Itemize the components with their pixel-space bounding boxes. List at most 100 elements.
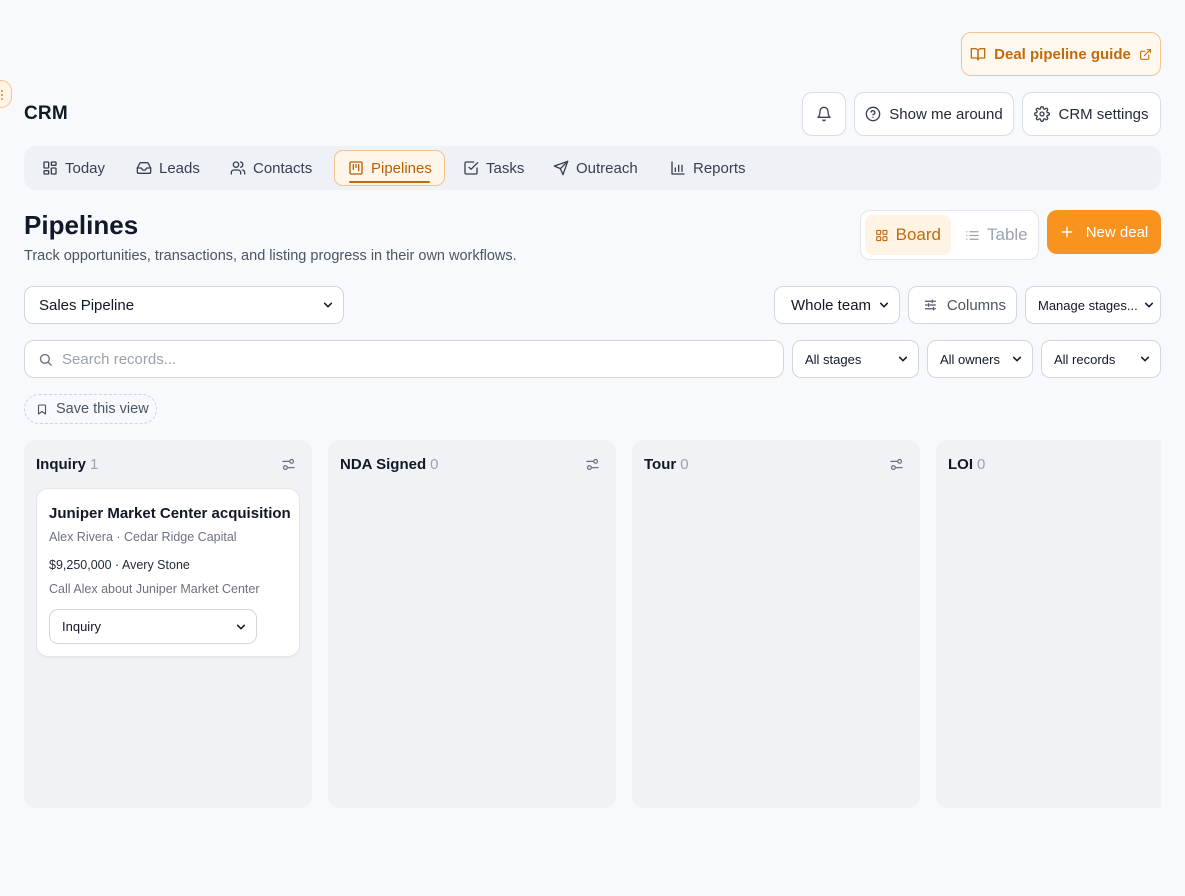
crm-settings-label: CRM settings — [1058, 105, 1149, 123]
checkbox-icon — [464, 161, 479, 175]
stage-column-inquiry: Inquiry 1 Juniper Market Center acquisiti… — [24, 440, 312, 808]
deal-card[interactable]: Juniper Market Center acquisition Alex R… — [36, 488, 300, 657]
help-circle-icon — [865, 106, 881, 122]
stages-select[interactable]: All stages — [792, 340, 919, 378]
new-deal-button[interactable]: New deal — [1047, 210, 1161, 254]
tab-label: Reports — [693, 159, 746, 177]
records-select[interactable]: All records — [1041, 340, 1161, 378]
tab-outreach[interactable]: Outreach — [545, 150, 646, 186]
tab-contacts[interactable]: Contacts — [222, 150, 320, 186]
save-view-button[interactable]: Save this view — [24, 394, 157, 424]
kanban-icon — [349, 161, 363, 175]
page-title: Pipelines — [24, 210, 139, 240]
bar-chart-icon — [671, 161, 685, 175]
users-icon — [230, 161, 246, 175]
tab-label: Contacts — [253, 159, 313, 177]
records-select-value: All records — [1054, 351, 1116, 367]
tab-label: Outreach — [576, 159, 638, 177]
crm-tab-bar: Today Leads Contacts Pipelines Tasks Out… — [24, 146, 1161, 190]
crm-settings-button[interactable]: CRM settings — [1022, 92, 1161, 136]
board-label: Board — [895, 225, 941, 244]
stage-column-loi: LOI 0 — [936, 440, 1161, 808]
manage-stages-value: Manage stages... — [1038, 297, 1138, 313]
chevron-down-icon — [1140, 356, 1150, 362]
show-me-around-button[interactable]: Show me around — [854, 92, 1014, 136]
guide-label: Deal pipeline guide — [994, 45, 1131, 63]
deal-pipeline-guide-button[interactable]: Deal pipeline guide — [961, 32, 1161, 76]
board-view-button[interactable]: Board — [865, 215, 951, 255]
app-title: CRM — [24, 103, 68, 124]
view-toggle: Board Table — [860, 210, 1039, 260]
plus-icon — [1061, 226, 1073, 238]
column-header: NDA Signed 0 — [340, 456, 438, 473]
deal-next-task: Call Alex about Juniper Market Center — [49, 582, 260, 596]
search-icon — [39, 353, 52, 366]
pipeline-select-value: Sales Pipeline — [39, 296, 135, 314]
chevron-down-icon — [898, 356, 908, 362]
column-name: Inquiry — [36, 456, 87, 473]
bookmark-icon — [37, 403, 47, 415]
chevron-down-icon — [1012, 356, 1022, 362]
team-select[interactable]: Whole team — [774, 286, 900, 324]
book-open-icon — [970, 48, 986, 61]
grip-icon — [0, 89, 4, 101]
column-name: Tour — [644, 456, 677, 473]
tab-label: Today — [65, 159, 106, 177]
pipeline-board: Inquiry 1 Juniper Market Center acquisiti… — [24, 440, 1161, 808]
deal-stage-select[interactable]: Inquiry — [49, 609, 257, 644]
search-input[interactable] — [62, 350, 742, 368]
team-select-value: Whole team — [791, 296, 872, 314]
stage-column-tour: Tour 0 — [632, 440, 920, 808]
deal-contact: Alex Rivera · Cedar Ridge Capital — [49, 530, 237, 544]
column-settings-icon[interactable] — [889, 457, 904, 472]
sidebar-toggle-handle[interactable] — [0, 80, 12, 108]
tab-label: Tasks — [486, 159, 525, 177]
page-subtitle: Track opportunities, transactions, and l… — [24, 248, 517, 264]
column-settings-icon[interactable] — [281, 457, 296, 472]
board-grid-icon — [876, 229, 888, 241]
tab-today[interactable]: Today — [34, 150, 113, 186]
columns-label: Columns — [946, 296, 1006, 314]
table-label: Table — [987, 225, 1028, 244]
table-view-button[interactable]: Table — [955, 215, 1038, 255]
new-deal-label: New deal — [1085, 223, 1149, 241]
owners-select-value: All owners — [940, 351, 1000, 367]
deal-value-owner: $9,250,000 · Avery Stone — [49, 558, 190, 572]
stage-column-nda-signed: NDA Signed 0 — [328, 440, 616, 808]
active-tab-indicator — [349, 181, 430, 183]
grid-icon — [43, 161, 57, 175]
chevron-down-icon — [323, 302, 333, 308]
manage-stages-select[interactable]: Manage stages... — [1025, 286, 1161, 324]
notifications-button[interactable] — [802, 92, 846, 136]
chevron-down-icon — [879, 302, 889, 308]
chevron-down-icon — [236, 624, 246, 629]
column-name: LOI — [948, 456, 973, 473]
tab-label: Pipelines — [371, 159, 432, 177]
tab-pipelines[interactable]: Pipelines — [334, 150, 445, 186]
tab-label: Leads — [159, 159, 200, 177]
tab-reports[interactable]: Reports — [662, 150, 754, 186]
columns-button[interactable]: Columns — [908, 286, 1017, 324]
tab-leads[interactable]: Leads — [128, 150, 208, 186]
tab-tasks[interactable]: Tasks — [455, 150, 532, 186]
chevron-down-icon — [1144, 302, 1154, 308]
stages-select-value: All stages — [805, 351, 862, 367]
column-settings-icon[interactable] — [585, 457, 600, 472]
bell-icon — [817, 106, 831, 122]
owners-select[interactable]: All owners — [927, 340, 1033, 378]
send-icon — [553, 160, 569, 176]
column-count: 0 — [430, 456, 439, 473]
external-link-icon — [1139, 48, 1151, 60]
pipeline-select[interactable]: Sales Pipeline — [24, 286, 344, 324]
column-header: Inquiry 1 — [36, 456, 98, 473]
column-count: 0 — [680, 456, 689, 473]
column-name: NDA Signed — [340, 456, 427, 473]
deal-title: Juniper Market Center acquisition — [49, 505, 291, 522]
gear-icon — [1034, 106, 1051, 122]
column-count: 0 — [977, 456, 986, 473]
search-field[interactable] — [24, 340, 784, 378]
show-me-around-label: Show me around — [889, 105, 1003, 123]
save-view-label: Save this view — [56, 401, 149, 417]
deal-stage-value: Inquiry — [62, 619, 102, 634]
column-header: LOI 0 — [948, 456, 985, 473]
